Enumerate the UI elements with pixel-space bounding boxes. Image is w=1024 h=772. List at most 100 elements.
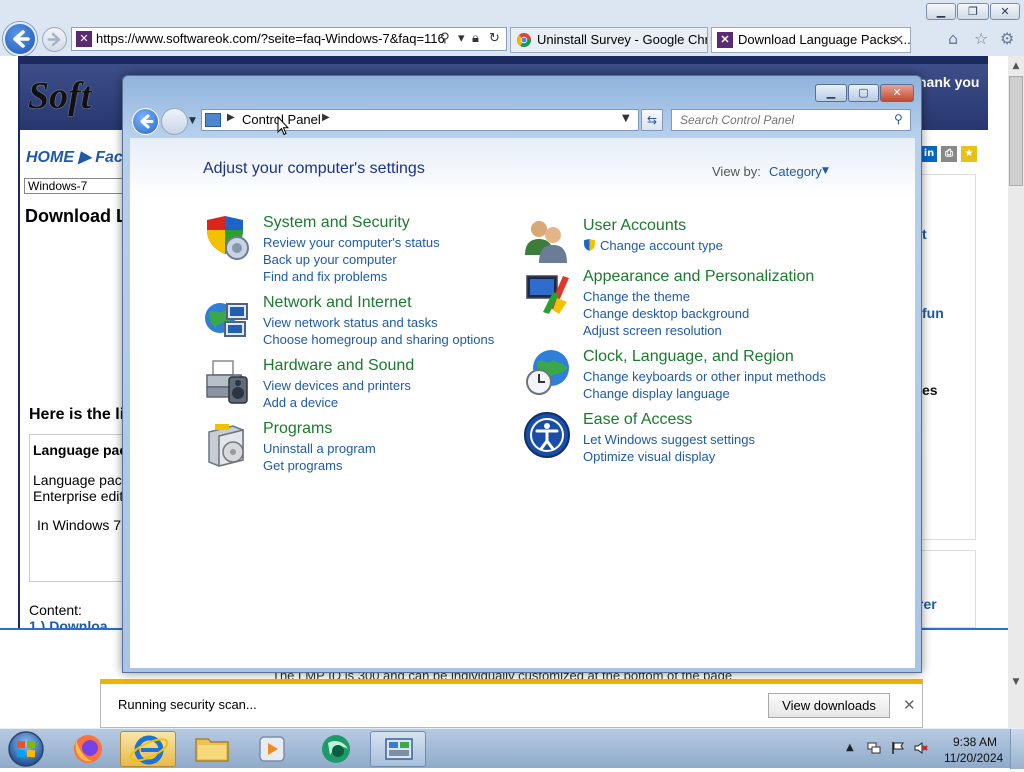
star-icon[interactable]: ★ xyxy=(961,146,977,162)
link-screen-resolution[interactable]: Adjust screen resolution xyxy=(583,323,722,338)
page-title: Adjust your computer's settings xyxy=(203,160,425,177)
taskbar-media-player[interactable] xyxy=(244,731,300,767)
lock-icon[interactable]: 🔒︎ xyxy=(472,31,479,46)
cp-search-box[interactable]: ⚲ xyxy=(671,109,911,131)
cp-address-bar[interactable]: ▶ Control Panel ▶ ▼ xyxy=(201,109,639,131)
close-button[interactable]: ✕ xyxy=(880,84,914,102)
link-change-theme[interactable]: Change the theme xyxy=(583,289,690,304)
search-icon[interactable]: ⚲ xyxy=(440,31,450,46)
link-find-fix[interactable]: Find and fix problems xyxy=(263,269,387,284)
show-desktop-button[interactable] xyxy=(1010,729,1024,769)
link-get-programs[interactable]: Get programs xyxy=(263,458,342,473)
taskbar-control-panel[interactable] xyxy=(370,731,426,767)
link-desktop-background[interactable]: Change desktop background xyxy=(583,306,749,321)
category-title[interactable]: Programs xyxy=(263,420,332,438)
linkedin-icon[interactable]: in xyxy=(921,146,937,162)
link-windows-suggest[interactable]: Let Windows suggest settings xyxy=(583,432,755,447)
taskbar-app-green[interactable] xyxy=(308,731,364,767)
close-icon[interactable]: ✕ xyxy=(903,696,916,714)
view-by-dropdown[interactable]: Category xyxy=(769,164,822,179)
dropdown-caret-icon[interactable]: ▾ xyxy=(458,31,465,46)
link-homegroup[interactable]: Choose homegroup and sharing options xyxy=(263,332,494,347)
maximize-button[interactable]: ▢ xyxy=(848,84,879,102)
start-button[interactable] xyxy=(4,729,48,769)
clock-globe-icon[interactable] xyxy=(523,348,571,396)
link-display-language[interactable]: Change display language xyxy=(583,386,730,401)
site-logo[interactable]: Soft xyxy=(28,74,91,118)
category-title[interactable]: User Accounts xyxy=(583,217,686,235)
browser-forward-button[interactable] xyxy=(42,27,67,52)
scroll-thumb[interactable] xyxy=(1009,76,1023,186)
link-change-keyboards[interactable]: Change keyboards or other input methods xyxy=(583,369,826,384)
category-title[interactable]: Appearance and Personalization xyxy=(583,268,814,286)
scroll-down-icon[interactable]: ▼ xyxy=(1008,674,1024,690)
recent-pages-caret-icon[interactable]: ▼ xyxy=(189,116,196,126)
search-input[interactable] xyxy=(672,110,888,130)
category-title[interactable]: Hardware and Sound xyxy=(263,357,414,375)
browser-close-button[interactable]: ✕ xyxy=(990,3,1020,20)
site-sidebar-link[interactable]: fun xyxy=(922,305,944,321)
page-scrollbar[interactable]: ▲ ▼ xyxy=(1008,56,1024,728)
home-icon[interactable]: ⌂ xyxy=(948,29,958,48)
link-add-device[interactable]: Add a device xyxy=(263,395,338,410)
shield-icon[interactable] xyxy=(203,214,251,262)
link-devices-printers[interactable]: View devices and printers xyxy=(263,378,411,393)
clock-time[interactable]: 9:38 AM xyxy=(953,735,997,749)
minimize-button[interactable]: ▁ xyxy=(815,84,847,102)
uac-shield-icon xyxy=(584,239,595,251)
link-network-status[interactable]: View network status and tasks xyxy=(263,315,438,330)
search-icon[interactable]: ⚲ xyxy=(894,112,903,126)
print-icon[interactable]: ⎙ xyxy=(941,146,957,162)
action-center-flag-icon[interactable] xyxy=(891,741,905,755)
browser-tab-uninstall-survey[interactable]: Uninstall Survey - Google Chr... xyxy=(510,27,708,53)
browser-minimize-button[interactable]: ▁ xyxy=(926,3,956,20)
site-breadcrumb[interactable]: HOME ▶ Fac xyxy=(26,147,123,167)
address-dropdown-icon[interactable]: ▼ xyxy=(622,113,630,124)
breadcrumb-arrow-icon[interactable]: ▶ xyxy=(322,112,330,123)
network-globe-icon[interactable] xyxy=(203,294,251,342)
category-title[interactable]: Network and Internet xyxy=(263,294,412,312)
firefox-icon xyxy=(74,735,102,763)
refresh-icon[interactable]: ↻ xyxy=(489,31,500,46)
taskbar-firefox[interactable] xyxy=(60,731,116,767)
breadcrumb-arrow-icon[interactable]: ▶ xyxy=(227,112,235,123)
ease-of-access-icon[interactable] xyxy=(523,411,571,459)
favorites-star-icon[interactable]: ☆ xyxy=(974,29,988,48)
link-uninstall-program[interactable]: Uninstall a program xyxy=(263,441,376,456)
network-icon[interactable] xyxy=(867,741,881,755)
link-review-status[interactable]: Review your computer's status xyxy=(263,235,440,250)
control-panel-icon xyxy=(385,738,413,760)
paint-monitor-icon[interactable] xyxy=(523,268,571,316)
gear-icon[interactable]: ⚙ xyxy=(1000,29,1014,48)
refresh-button[interactable]: ⇆ xyxy=(641,109,663,131)
tab-close-icon[interactable]: ✕ xyxy=(893,28,904,52)
control-panel-caption[interactable]: ▁ ▢ ✕ xyxy=(123,76,921,106)
link-change-account-type[interactable]: Change account type xyxy=(583,238,723,253)
browser-url[interactable]: https://www.softwareok.com/?seite=faq-Wi… xyxy=(96,31,445,46)
scroll-up-icon[interactable]: ▲ xyxy=(1008,58,1024,74)
cp-back-button[interactable] xyxy=(132,108,159,135)
link-optimize-display[interactable]: Optimize visual display xyxy=(583,449,715,464)
cp-forward-button[interactable] xyxy=(161,108,188,135)
category-title[interactable]: Clock, Language, and Region xyxy=(583,348,794,366)
site-os-select[interactable]: Windows-7 xyxy=(24,178,124,194)
clock-date[interactable]: 11/20/2024 xyxy=(944,751,1003,765)
programs-box-icon[interactable] xyxy=(203,420,251,468)
browser-back-button[interactable] xyxy=(3,22,37,56)
chevron-down-icon[interactable]: ▼ xyxy=(822,166,829,176)
printer-icon[interactable] xyxy=(203,357,251,405)
show-hidden-icons-chevron[interactable]: ▲ xyxy=(846,742,854,753)
taskbar-internet-explorer[interactable] xyxy=(120,731,176,767)
browser-restore-button[interactable]: ❐ xyxy=(957,3,989,20)
link-back-up[interactable]: Back up your computer xyxy=(263,252,397,267)
browser-tab-download-language-packs[interactable]: ✕ Download Language Packs ... ✕ xyxy=(711,27,911,53)
category-title[interactable]: Ease of Access xyxy=(583,411,692,429)
volume-muted-icon[interactable] xyxy=(914,741,928,755)
category-title[interactable]: System and Security xyxy=(263,214,410,232)
taskbar-file-explorer[interactable] xyxy=(184,731,240,767)
site-download-link[interactable]: 1.) Downloa xyxy=(29,618,108,628)
site-sidebar-link[interactable]: t xyxy=(922,226,927,242)
browser-address-bar[interactable]: ✕ https://www.softwareok.com/?seite=faq-… xyxy=(71,27,507,51)
view-downloads-button[interactable]: View downloads xyxy=(768,693,890,718)
users-icon[interactable] xyxy=(523,217,571,265)
